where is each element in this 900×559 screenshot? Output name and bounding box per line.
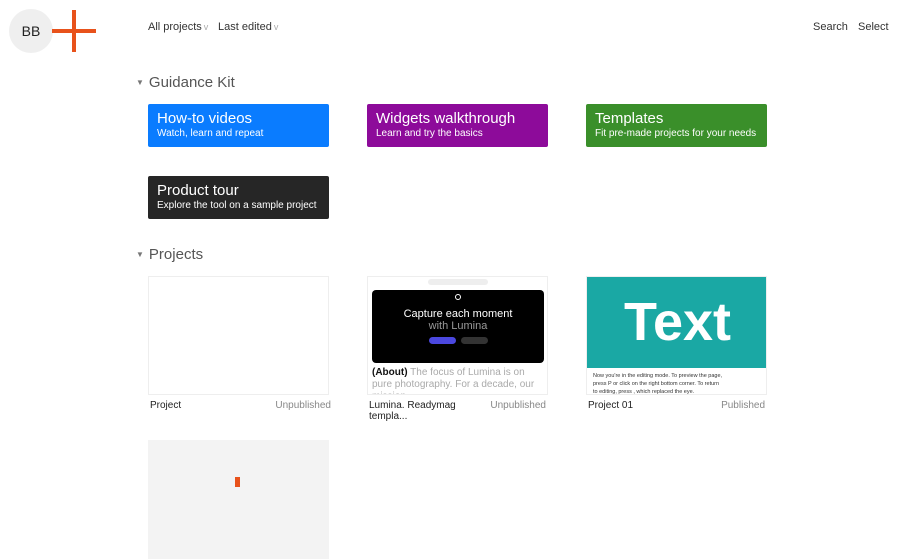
- card-title: Product tour: [157, 182, 239, 199]
- project-name[interactable]: Lumina. Readymag templa...: [369, 400, 490, 422]
- guidance-card-how-to-videos[interactable]: How-to videos Watch, learn and repeat: [148, 104, 329, 147]
- guidance-section-toggle[interactable]: ▼ Guidance Kit: [136, 74, 235, 91]
- sort-label: Last edited: [218, 21, 272, 33]
- search-button[interactable]: Search: [813, 21, 848, 33]
- new-project-plus-icon[interactable]: [52, 10, 96, 52]
- card-title: Templates: [595, 110, 664, 127]
- thumb-subline: with Lumina: [428, 320, 488, 332]
- card-subtitle: Fit pre-made projects for your needs: [595, 128, 757, 139]
- section-title: Guidance Kit: [148, 74, 235, 91]
- project-name[interactable]: Project: [150, 400, 181, 411]
- card-subtitle: Learn and try the basics: [376, 128, 483, 139]
- select-button[interactable]: Select: [858, 21, 889, 33]
- thumb-hero: Capture each moment with Lumina: [372, 290, 544, 363]
- thumb-big-text: Text: [623, 292, 732, 352]
- project-label: Project Unpublished: [150, 400, 331, 411]
- section-title: Projects: [148, 246, 204, 263]
- project-thumbnail[interactable]: [148, 440, 329, 559]
- thumb-body: Now you're in the editing mode. To previ…: [593, 373, 723, 395]
- card-subtitle: Explore the tool on a sample project: [157, 200, 317, 211]
- project-status: Unpublished: [490, 400, 546, 411]
- collapse-triangle-icon: ▼: [136, 78, 144, 87]
- guidance-card-widgets-walkthrough[interactable]: Widgets walkthrough Learn and try the bas…: [367, 104, 548, 147]
- avatar[interactable]: BB: [9, 9, 53, 53]
- filter-projects-label: All projects: [148, 21, 202, 33]
- project-label: Project 01 Published: [588, 400, 765, 411]
- card-title: Widgets walkthrough: [376, 110, 516, 127]
- thumb-hero: Text: [587, 277, 766, 368]
- sort-dropdown[interactable]: Last edited v: [218, 21, 278, 33]
- thumb-headline: Capture each moment: [403, 308, 513, 320]
- projects-section-toggle[interactable]: ▼ Projects: [136, 246, 203, 263]
- project-thumbnail[interactable]: [148, 276, 329, 395]
- filter-projects-dropdown[interactable]: All projects v: [148, 21, 208, 33]
- collapse-triangle-icon: ▼: [136, 250, 144, 259]
- project-name[interactable]: Project 01: [588, 400, 633, 411]
- guidance-card-product-tour[interactable]: Product tour Explore the tool on a sample…: [148, 176, 329, 219]
- chevron-down-icon: v: [203, 22, 209, 32]
- project-thumbnail[interactable]: Capture each moment with Lumina (About) …: [367, 276, 548, 395]
- project-status: Unpublished: [275, 400, 331, 411]
- chevron-down-icon: v: [273, 22, 279, 32]
- project-label: Lumina. Readymag templa... Unpublished: [369, 400, 546, 422]
- thumb-about: (About) The focus of Lumina is on pure p…: [372, 367, 535, 394]
- project-thumbnail[interactable]: Text Now you're in the editing mode. To …: [586, 276, 767, 395]
- thumb-nav: [428, 279, 488, 285]
- plus-icon: [235, 477, 240, 487]
- guidance-card-templates[interactable]: Templates Fit pre-made projects for your …: [586, 104, 767, 147]
- card-subtitle: Watch, learn and repeat: [157, 128, 264, 139]
- project-status: Published: [721, 400, 765, 411]
- card-title: How-to videos: [157, 110, 253, 127]
